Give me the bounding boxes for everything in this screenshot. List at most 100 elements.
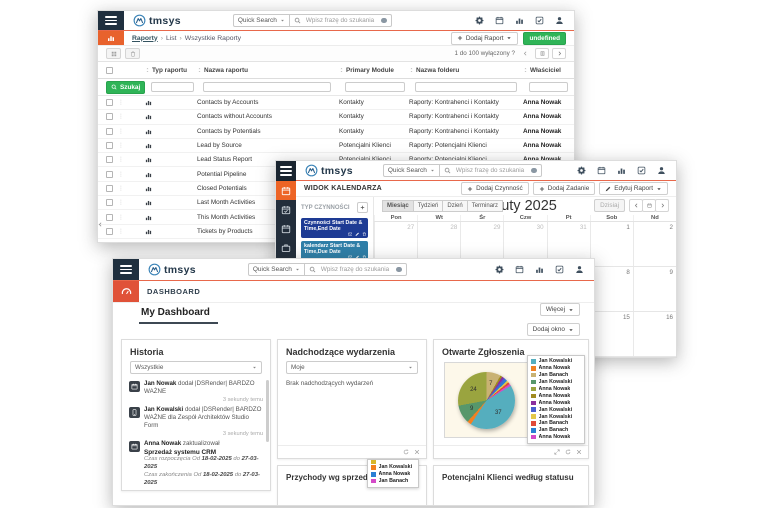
menu-icon[interactable]	[276, 161, 296, 181]
checksquare-icon[interactable]	[535, 16, 544, 25]
column-header[interactable]: Primary Module	[336, 67, 406, 74]
events-filter-select[interactable]: Moje	[286, 361, 418, 374]
calendar-module-icon[interactable]	[276, 181, 296, 200]
row-checkbox[interactable]	[106, 214, 113, 221]
user-icon[interactable]	[555, 16, 564, 25]
history-filter-select[interactable]: Wszystkie	[130, 361, 262, 374]
tmsys-logo[interactable]: tmsys	[305, 164, 353, 177]
calendar-day-cell[interactable]: 16	[633, 312, 676, 356]
quick-search-select[interactable]: Quick Search	[248, 263, 305, 276]
chart-icon[interactable]	[617, 166, 626, 175]
column-header[interactable]: Nazwa raportu	[194, 67, 336, 74]
pie-chart[interactable]: 737924	[458, 372, 515, 429]
search-circle-icon[interactable]	[381, 18, 387, 24]
tmsys-logo[interactable]: tmsys	[148, 263, 196, 276]
drag-handle-icon[interactable]: ⋮	[118, 199, 124, 206]
row-checkbox[interactable]	[106, 185, 113, 192]
add-report-button[interactable]: Dodaj Raport	[451, 32, 519, 45]
pencil-icon[interactable]	[355, 232, 360, 237]
row-checkbox[interactable]	[106, 156, 113, 163]
menu-icon[interactable]	[113, 259, 139, 280]
drag-handle-icon[interactable]: ⋮	[118, 128, 124, 135]
filter-input-3[interactable]	[345, 82, 405, 92]
refresh-icon[interactable]	[565, 449, 571, 455]
user-icon[interactable]	[575, 265, 584, 274]
drag-handle-icon[interactable]: ⋮	[118, 171, 124, 178]
global-search-input[interactable]	[305, 263, 407, 276]
briefcase-icon[interactable]	[276, 238, 296, 257]
add-activity-type-button[interactable]	[357, 202, 368, 213]
filter-input-2[interactable]	[203, 82, 331, 92]
search-button[interactable]: Szukaj	[106, 81, 145, 94]
close-icon[interactable]	[576, 449, 582, 455]
quick-search-select[interactable]: Quick Search	[233, 14, 290, 27]
report-name[interactable]: Contacts by Accounts	[194, 99, 336, 106]
row-checkbox[interactable]	[106, 99, 113, 106]
gear-icon[interactable]	[495, 265, 504, 274]
global-search-input[interactable]	[290, 14, 392, 27]
undefined-button[interactable]: undefined	[523, 32, 566, 45]
delete-button[interactable]	[125, 48, 140, 59]
gear-icon[interactable]	[475, 16, 484, 25]
calendar-day-cell[interactable]: 15	[590, 312, 633, 356]
history-item[interactable]: Anna Nowak zaktualizowałSprzedaż systemu…	[129, 440, 263, 488]
calendar-day-cell[interactable]: 2	[633, 222, 676, 266]
table-row[interactable]: ⋮Contacts by AccountsKontaktyRaporty: Ko…	[98, 96, 574, 110]
drag-handle-icon[interactable]: ⋮	[118, 214, 124, 221]
events-icon[interactable]	[276, 200, 296, 219]
tab-my-dashboard[interactable]: My Dashboard	[141, 307, 210, 318]
column-header[interactable]: Typ raportu	[142, 67, 194, 74]
page-select-button[interactable]	[535, 48, 549, 59]
row-checkbox[interactable]	[106, 113, 113, 120]
breadcrumb-module-link[interactable]: Raporty	[132, 35, 158, 42]
trash-icon[interactable]	[362, 232, 367, 237]
history-item[interactable]: Jan Kowalski dodał |DSRender| BARDZO WAŻ…	[129, 406, 263, 440]
reports-module-icon[interactable]	[98, 31, 124, 45]
add-window-button[interactable]: Dodaj okno	[527, 323, 580, 336]
calendar-icon[interactable]	[515, 265, 524, 274]
row-checkbox[interactable]	[106, 128, 113, 135]
view-button-dzień[interactable]: Dzień	[442, 200, 467, 212]
row-checkbox[interactable]	[106, 171, 113, 178]
report-name[interactable]: Lead by Source	[194, 142, 336, 149]
page-prev-button[interactable]	[518, 48, 532, 59]
page-next-button[interactable]	[552, 48, 566, 59]
record-link[interactable]: Sprzedaż systemu CRM	[144, 449, 263, 456]
sort-icon[interactable]	[197, 67, 202, 73]
filter-input-4[interactable]	[415, 82, 517, 92]
gear-icon[interactable]	[577, 166, 586, 175]
drag-handle-icon[interactable]: ⋮	[118, 185, 124, 192]
column-header[interactable]: Właściciel	[520, 67, 574, 74]
chart-icon[interactable]	[535, 265, 544, 274]
filter-input-1[interactable]	[151, 82, 194, 92]
column-header[interactable]: Nazwa folderu	[406, 67, 520, 74]
view-button-miesiąc[interactable]: Miesiąc	[382, 200, 414, 212]
view-button-tydzień[interactable]: Tydzień	[413, 200, 444, 212]
activity-type-card[interactable]: Czynności Start Date & Time,End Date	[301, 218, 368, 238]
select-all-checkbox[interactable]	[106, 67, 113, 74]
row-checkbox[interactable]	[106, 199, 113, 206]
month-picker-button[interactable]	[642, 199, 656, 212]
report-name[interactable]: Contacts by Potentials	[194, 128, 336, 135]
quick-search-select[interactable]: Quick Search	[383, 164, 440, 177]
checksquare-icon[interactable]	[555, 265, 564, 274]
today-button[interactable]: Dzisiaj	[594, 199, 625, 212]
add-activity-button[interactable]: Dodaj Czynność	[461, 182, 529, 195]
chart-icon[interactable]	[515, 16, 524, 25]
search-circle-icon[interactable]	[531, 168, 537, 174]
refresh-icon[interactable]	[403, 449, 409, 455]
scrollbar[interactable]	[266, 380, 270, 442]
sort-icon[interactable]	[339, 67, 344, 73]
table-row[interactable]: ⋮Contacts by PotentialsKontaktyRaporty: …	[98, 125, 574, 139]
history-item[interactable]: Jan Nowak dodał |DSRender| BARDZO WAŻNE3…	[129, 380, 263, 406]
row-checkbox[interactable]	[106, 228, 113, 235]
global-search-input[interactable]	[440, 164, 542, 177]
next-month-button[interactable]	[655, 199, 669, 212]
expand-icon[interactable]	[554, 449, 560, 455]
grid-view-button[interactable]	[106, 48, 121, 59]
calendar-day-cell[interactable]: 8	[590, 267, 633, 311]
calendar-icon[interactable]	[495, 16, 504, 25]
table-row[interactable]: ⋮Contacts without AccountsKontaktyRaport…	[98, 110, 574, 124]
report-name[interactable]: Contacts without Accounts	[194, 113, 336, 120]
dashboard-module-icon[interactable]	[113, 281, 139, 302]
